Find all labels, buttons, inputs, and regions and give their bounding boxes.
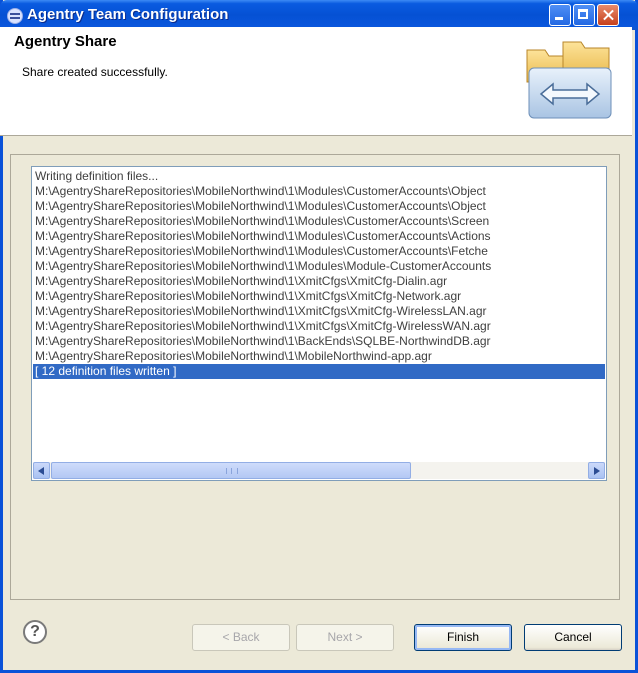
back-button[interactable]: < Back	[192, 624, 290, 651]
scroll-thumb[interactable]	[51, 462, 411, 479]
horizontal-scrollbar[interactable]	[33, 462, 605, 479]
grip-icon	[226, 468, 238, 474]
list-item: M:\AgentryShareRepositories\MobileNorthw…	[35, 289, 462, 303]
minimize-button[interactable]	[549, 4, 571, 26]
list-item: M:\AgentryShareRepositories\MobileNorthw…	[35, 184, 486, 198]
page-title: Agentry Share	[14, 33, 117, 50]
log-list[interactable]: Writing definition files... M:\AgentrySh…	[31, 166, 607, 481]
maximize-button[interactable]	[573, 4, 595, 26]
list-item-selected[interactable]: [ 12 definition files written ]	[33, 364, 605, 379]
status-message: Share created successfully.	[22, 65, 168, 79]
list-item: M:\AgentryShareRepositories\MobileNorthw…	[35, 274, 448, 288]
scroll-left-button[interactable]	[33, 462, 50, 479]
list-item: M:\AgentryShareRepositories\MobileNorthw…	[35, 244, 488, 258]
eclipse-app-icon	[7, 8, 23, 24]
close-button[interactable]	[597, 4, 619, 26]
list-item: M:\AgentryShareRepositories\MobileNorthw…	[35, 304, 487, 318]
cancel-button[interactable]: Cancel	[524, 624, 622, 651]
list-item: M:\AgentryShareRepositories\MobileNorthw…	[35, 259, 492, 273]
list-item: M:\AgentryShareRepositories\MobileNorthw…	[35, 199, 486, 213]
scroll-right-button[interactable]	[588, 462, 605, 479]
finish-button[interactable]: Finish	[414, 624, 512, 651]
list-item: M:\AgentryShareRepositories\MobileNorthw…	[35, 229, 491, 243]
title-bar[interactable]: Agentry Team Configuration	[0, 0, 638, 30]
list-item: M:\AgentryShareRepositories\MobileNorthw…	[35, 319, 491, 333]
window-title: Agentry Team Configuration	[27, 6, 229, 23]
folders-transfer-icon	[526, 41, 612, 119]
next-button[interactable]: Next >	[296, 624, 394, 651]
wizard-content: Writing definition files... M:\AgentrySh…	[10, 154, 620, 600]
list-item: Writing definition files...	[35, 169, 159, 183]
list-item: M:\AgentryShareRepositories\MobileNorthw…	[35, 334, 491, 348]
list-item: M:\AgentryShareRepositories\MobileNorthw…	[35, 214, 490, 228]
help-button[interactable]: ?	[23, 620, 47, 644]
list-item: M:\AgentryShareRepositories\MobileNorthw…	[35, 349, 432, 363]
